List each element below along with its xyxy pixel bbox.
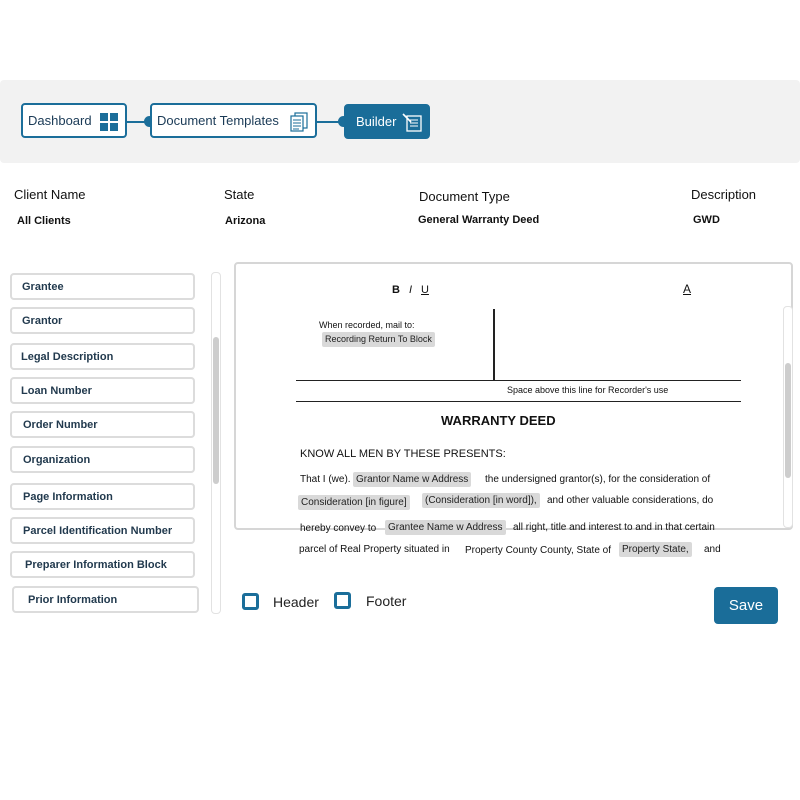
deed-text: That I (we).: [300, 474, 351, 485]
deed-title: WARRANTY DEED: [441, 413, 556, 428]
field-label: Loan Number: [21, 384, 92, 397]
save-button[interactable]: Save: [714, 587, 778, 624]
field-page-information[interactable]: Page Information: [10, 483, 195, 510]
field-legal-description[interactable]: Legal Description: [10, 343, 195, 370]
recorder-line-bottom: [296, 401, 741, 402]
breadcrumb-dashboard-label: Dashboard: [28, 113, 92, 128]
client-name-value: All Clients: [17, 215, 71, 227]
field-list-scroll-thumb[interactable]: [213, 337, 219, 484]
breadcrumb-document-templates[interactable]: Document Templates: [150, 103, 317, 138]
field-label: Organization: [23, 453, 91, 466]
deed-text: the undersigned grantor(s), for the cons…: [485, 474, 711, 485]
field-label: Grantee: [22, 280, 64, 293]
field-label: Preparer Information Block: [25, 558, 167, 571]
recorder-use-note: Space above this line for Recorder's use: [507, 385, 669, 395]
description-value: GWD: [693, 214, 720, 226]
grantor-name-tag[interactable]: Grantor Name w Address: [353, 472, 472, 487]
mail-to-text: When recorded, mail to:: [319, 320, 415, 330]
state-label: State: [224, 187, 255, 202]
field-order-number[interactable]: Order Number: [10, 411, 195, 438]
field-grantee[interactable]: Grantee: [10, 273, 195, 300]
grantee-name-tag[interactable]: Grantee Name w Address: [385, 520, 506, 535]
document-type-value: General Warranty Deed: [418, 214, 540, 226]
field-label: Parcel Identification Number: [23, 524, 173, 537]
footer-checkbox[interactable]: [334, 592, 351, 609]
field-parcel-identification-number[interactable]: Parcel Identification Number: [10, 517, 195, 544]
consideration-word-tag[interactable]: (Consideration [in word]),: [422, 493, 540, 508]
client-name-label: Client Name: [14, 187, 86, 202]
field-label: Legal Description: [21, 350, 114, 363]
recorder-line-top: [296, 380, 741, 381]
field-loan-number[interactable]: Loan Number: [10, 377, 195, 404]
state-value: Arizona: [225, 215, 266, 227]
breadcrumb-templates-label: Document Templates: [157, 113, 279, 128]
recording-return-tag[interactable]: Recording Return To Block: [322, 332, 435, 347]
field-prior-information[interactable]: Prior Information: [12, 586, 199, 613]
editor-scrollbar[interactable]: [783, 306, 793, 528]
builder-form-icon: [402, 113, 422, 132]
editor-scroll-thumb[interactable]: [785, 363, 791, 478]
header-checkbox[interactable]: [242, 593, 259, 610]
field-label: Order Number: [23, 418, 98, 431]
deed-text: Property County County, State of: [465, 545, 612, 556]
header-label: Header: [273, 594, 319, 610]
deed-text: hereby convey to: [300, 523, 377, 534]
footer-label: Footer: [366, 593, 407, 609]
breadcrumb-dashboard[interactable]: Dashboard: [21, 103, 127, 138]
deed-text: and: [704, 544, 721, 555]
field-preparer-information-block[interactable]: Preparer Information Block: [10, 551, 195, 578]
deed-text: and other valuable considerations, do: [547, 495, 714, 506]
deed-text: all right, title and interest to and in …: [513, 522, 715, 533]
consideration-figure-tag[interactable]: Consideration [in figure]: [298, 495, 410, 510]
document-type-label: Document Type: [419, 189, 510, 204]
field-label: Page Information: [23, 490, 113, 503]
dashboard-grid-icon: [100, 113, 118, 131]
document-stack-icon: [290, 112, 308, 132]
deed-text: parcel of Real Property situated in: [299, 544, 450, 555]
bold-button[interactable]: B: [392, 284, 400, 296]
field-list-scrollbar[interactable]: [211, 272, 221, 614]
description-label: Description: [691, 187, 757, 202]
template-editor[interactable]: B I U A When recorded, mail to: Recordin…: [234, 262, 793, 534]
italic-button[interactable]: I: [409, 284, 412, 296]
field-organization[interactable]: Organization: [10, 446, 195, 473]
field-label: Prior Information: [28, 593, 118, 606]
property-state-tag[interactable]: Property State,: [619, 542, 692, 557]
underline-button[interactable]: U: [421, 284, 429, 296]
font-color-button[interactable]: A: [683, 282, 691, 296]
vertical-divider: [493, 309, 495, 381]
breadcrumb-builder[interactable]: Builder: [344, 104, 430, 139]
know-all-text: KNOW ALL MEN BY THESE PRESENTS:: [300, 448, 506, 460]
field-grantor[interactable]: Grantor: [10, 307, 195, 334]
breadcrumb-builder-label: Builder: [356, 114, 397, 129]
field-label: Grantor: [22, 314, 63, 327]
